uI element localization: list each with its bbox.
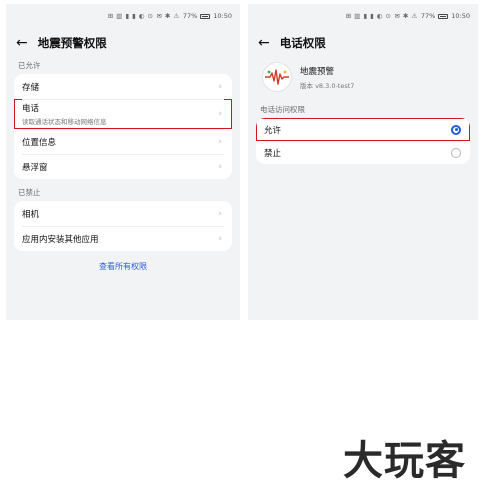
permission-install-apps[interactable]: 应用内安装其他应用 › <box>14 226 232 251</box>
back-arrow-icon[interactable]: ← <box>16 36 28 50</box>
permission-label: 电话 <box>22 104 40 114</box>
allowed-section-label: 已允许 <box>18 61 41 70</box>
chevron-right-icon: › <box>218 233 222 244</box>
phone-access-options-card: 允许 禁止 <box>256 118 470 164</box>
phone-permission-screen: ⊞ ▥ ▮ ▮ ◐ ⊙ ✉ ✱ ⚠ 77% 10:50 ← 电话权限 地震预警 … <box>248 4 478 320</box>
status-time: 10:50 <box>451 12 470 20</box>
radio-unselected-icon[interactable] <box>451 147 461 158</box>
permission-description: 读取通话状态和移动网络信息 <box>22 118 107 126</box>
back-arrow-icon[interactable]: ← <box>258 36 270 50</box>
status-mid-icons: ✉ ✱ ⚠ <box>394 12 418 20</box>
battery-level: 77% <box>182 12 198 20</box>
app-name: 地震预警 <box>300 66 335 77</box>
app-version: 版本 v8.3.0-test7 <box>300 81 355 90</box>
permission-label: 应用内安装其他应用 <box>22 234 99 245</box>
option-allow[interactable]: 允许 <box>256 118 470 141</box>
denied-permissions-card: 相机 › 应用内安装其他应用 › <box>14 201 232 251</box>
battery-level: 77% <box>420 12 436 20</box>
permission-location[interactable]: 位置信息 › <box>14 129 232 154</box>
permission-phone[interactable]: 电话 读取通话状态和移动网络信息 › <box>14 99 232 129</box>
permission-label: 相机 <box>22 209 40 220</box>
permission-floating-window[interactable]: 悬浮窗 › <box>14 154 232 179</box>
denied-section-label: 已禁止 <box>18 188 41 197</box>
battery-icon <box>438 13 449 19</box>
status-icons: ⊞ ▥ ▮ ▮ ◐ ⊙ <box>345 12 392 20</box>
watermark-logo: 大玩客 <box>343 438 466 484</box>
option-deny[interactable]: 禁止 <box>256 141 470 164</box>
chevron-right-icon: › <box>218 136 222 147</box>
chevron-right-icon: › <box>218 81 222 92</box>
view-all-permissions-link[interactable]: 查看所有权限 <box>6 261 240 272</box>
battery-icon <box>200 13 211 19</box>
chevron-right-icon: › <box>218 208 222 219</box>
status-mid-icons: ✉ ✱ ⚠ <box>156 12 180 20</box>
radio-selected-icon[interactable] <box>451 124 461 135</box>
permission-list-screen: ⊞ ▥ ▮ ▮ ◐ ⊙ ✉ ✱ ⚠ 77% 10:50 ← 地震预警权限 已允许… <box>6 4 240 320</box>
option-label: 禁止 <box>264 148 282 159</box>
app-meta: 地震预警 版本 v8.3.0-test7 <box>300 65 354 90</box>
permission-label: 悬浮窗 <box>22 162 48 173</box>
page-title: 地震预警权限 <box>37 36 107 50</box>
allowed-permissions-card: 存储 › 电话 读取通话状态和移动网络信息 › 位置信息 › 悬浮窗 › <box>14 74 232 179</box>
permission-label: 存储 <box>22 82 40 93</box>
status-time: 10:50 <box>213 12 232 20</box>
app-info: 地震预警 版本 v8.3.0-test7 <box>248 58 478 102</box>
permission-label: 位置信息 <box>22 137 57 148</box>
page-title: 电话权限 <box>279 36 326 50</box>
permission-camera[interactable]: 相机 › <box>14 201 232 226</box>
chevron-right-icon: › <box>218 109 222 119</box>
phone-access-section-label: 电话访问权限 <box>260 105 305 114</box>
header: ← 地震预警权限 <box>6 28 240 58</box>
status-bar: ⊞ ▥ ▮ ▮ ◐ ⊙ ✉ ✱ ⚠ 77% 10:50 <box>6 4 240 28</box>
seismic-wave-icon <box>262 62 292 92</box>
header: ← 电话权限 <box>248 28 478 58</box>
status-bar: ⊞ ▥ ▮ ▮ ◐ ⊙ ✉ ✱ ⚠ 77% 10:50 <box>248 4 478 28</box>
status-icons: ⊞ ▥ ▮ ▮ ◐ ⊙ <box>107 12 154 20</box>
permission-storage[interactable]: 存储 › <box>14 74 232 99</box>
chevron-right-icon: › <box>218 161 222 172</box>
option-label: 允许 <box>264 125 282 136</box>
